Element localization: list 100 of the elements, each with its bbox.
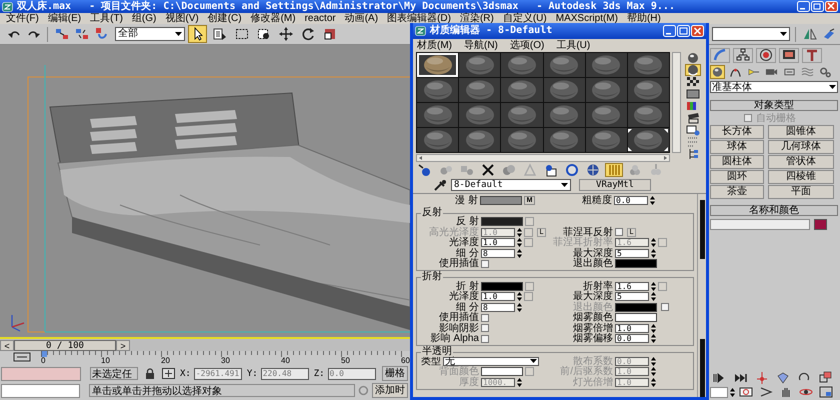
spinner-arrows-icon[interactable] bbox=[651, 356, 656, 366]
lock-icon[interactable] bbox=[145, 368, 155, 379]
spinner-field[interactable]: 5 bbox=[615, 292, 649, 302]
spinner-arrows-icon[interactable] bbox=[651, 367, 656, 376]
menu-item[interactable]: 工具(U) bbox=[556, 40, 590, 50]
material-name-dropdown[interactable]: 8-Default bbox=[451, 179, 571, 191]
time-slider-thumb[interactable]: 0 / 100 bbox=[14, 340, 116, 350]
rollout-header[interactable]: 对象类型 bbox=[710, 100, 838, 111]
object-type-button[interactable]: 长方体 bbox=[710, 125, 764, 139]
spinner-arrows-icon[interactable] bbox=[651, 324, 656, 333]
show-map-button[interactable] bbox=[605, 163, 623, 177]
checkbox[interactable] bbox=[481, 334, 489, 343]
spinner-arrows-icon[interactable] bbox=[517, 238, 522, 248]
object-type-button[interactable]: 几何球体 bbox=[768, 140, 834, 154]
sample-type-button[interactable] bbox=[685, 52, 701, 64]
spinner-field[interactable]: 1.6 bbox=[615, 282, 649, 291]
spinner-field[interactable]: 8 bbox=[481, 248, 515, 258]
rollout-header[interactable]: 名称和颜色 bbox=[710, 205, 838, 216]
close-button[interactable] bbox=[825, 1, 838, 12]
object-type-button[interactable]: 圆环 bbox=[710, 170, 764, 184]
options-button[interactable] bbox=[685, 124, 701, 136]
selection-filter-dropdown[interactable]: 全部 bbox=[115, 27, 185, 41]
menu-item[interactable]: MAXScript(M) bbox=[556, 13, 618, 24]
menu-item[interactable]: 选项(O) bbox=[510, 40, 544, 50]
menu-item[interactable]: 渲染(R) bbox=[460, 13, 494, 24]
background-button[interactable] bbox=[685, 76, 701, 88]
object-type-button[interactable]: 平面 bbox=[768, 185, 834, 199]
spinner-arrows-icon[interactable] bbox=[651, 282, 656, 291]
minimize-button[interactable] bbox=[663, 25, 676, 37]
coordinate-field[interactable]: 220.48 bbox=[260, 368, 309, 380]
horizontal-scrollbar[interactable] bbox=[416, 154, 670, 162]
min-max-toggle-button[interactable] bbox=[817, 385, 835, 399]
menu-item[interactable]: 导航(N) bbox=[464, 40, 498, 50]
checkbox[interactable] bbox=[481, 324, 489, 332]
minimize-button[interactable] bbox=[797, 1, 810, 12]
effects-channel-button[interactable] bbox=[563, 163, 581, 177]
scroll-right-icon[interactable] bbox=[661, 155, 669, 161]
material-slot[interactable] bbox=[417, 53, 458, 77]
category-dropdown[interactable]: 准基本体 bbox=[710, 81, 838, 93]
transform-mode-icon[interactable] bbox=[162, 368, 175, 379]
listener-field[interactable] bbox=[1, 366, 81, 380]
spinner-arrows-icon[interactable] bbox=[651, 378, 656, 387]
spinner-arrows-icon[interactable] bbox=[651, 248, 656, 258]
spinner-field[interactable]: 0.0 bbox=[615, 334, 649, 344]
vertical-scrollbar[interactable] bbox=[672, 52, 681, 153]
frame-field[interactable] bbox=[710, 386, 728, 398]
color-swatch[interactable] bbox=[480, 196, 522, 205]
object-type-button[interactable]: 球体 bbox=[710, 140, 764, 154]
object-type-button[interactable]: 管状体 bbox=[768, 155, 834, 169]
spinner-arrows-icon[interactable] bbox=[517, 292, 522, 302]
color-swatch[interactable] bbox=[481, 217, 523, 226]
object-type-button[interactable]: 四棱锥 bbox=[768, 170, 834, 184]
make-preview-button[interactable] bbox=[685, 112, 701, 124]
spinner-field[interactable]: 1.0 bbox=[481, 292, 515, 302]
color-swatch[interactable] bbox=[615, 313, 657, 322]
close-button[interactable] bbox=[691, 25, 704, 37]
menu-item[interactable]: 材质(M) bbox=[417, 40, 452, 50]
display-tab[interactable] bbox=[779, 48, 799, 62]
menu-item[interactable]: 编辑(E) bbox=[48, 13, 82, 24]
spinner-field[interactable]: 8 bbox=[481, 302, 515, 312]
spinner-field[interactable]: 1.0 bbox=[615, 324, 649, 333]
menu-item[interactable]: 工具(T) bbox=[90, 13, 123, 24]
sample-uv-tiling-button[interactable] bbox=[685, 88, 701, 100]
object-type-button[interactable]: 圆锥体 bbox=[768, 125, 834, 139]
backlight-button[interactable] bbox=[685, 64, 701, 76]
spinner-arrows-icon[interactable] bbox=[517, 378, 522, 387]
spinner-arrows-icon[interactable] bbox=[651, 334, 656, 344]
parameter-scrollbar[interactable] bbox=[697, 194, 706, 397]
material-slot[interactable] bbox=[628, 128, 669, 152]
checkbox[interactable] bbox=[481, 260, 489, 268]
menu-item[interactable]: 视图(V) bbox=[165, 13, 199, 24]
maximize-button[interactable] bbox=[677, 25, 690, 37]
previous-frame-button[interactable]: < bbox=[0, 340, 14, 350]
object-type-button[interactable]: 茶壶 bbox=[710, 185, 764, 199]
menu-item[interactable]: 图表编辑器(D) bbox=[387, 13, 451, 24]
systems-tab-button[interactable] bbox=[818, 64, 833, 78]
coordinate-field[interactable]: 0.0 bbox=[328, 368, 376, 380]
spinner-field[interactable]: 5 bbox=[615, 248, 649, 258]
utilities-tab[interactable] bbox=[802, 48, 822, 62]
object-color-swatch[interactable] bbox=[814, 219, 827, 230]
video-color-check-button[interactable] bbox=[685, 100, 701, 112]
checkbox[interactable] bbox=[615, 228, 623, 236]
checkbox[interactable] bbox=[744, 114, 752, 122]
checkbox[interactable] bbox=[481, 314, 489, 322]
spinner-arrows-icon[interactable] bbox=[730, 388, 735, 396]
geometry-tab-button[interactable] bbox=[710, 64, 725, 78]
eyedropper-icon[interactable] bbox=[433, 179, 447, 191]
spinner-arrows-icon[interactable] bbox=[650, 196, 655, 205]
restore-button[interactable] bbox=[811, 1, 824, 12]
object-name-field[interactable] bbox=[710, 219, 810, 230]
next-frame-button[interactable]: > bbox=[116, 340, 130, 350]
add-time-tag-button[interactable]: 添加时 bbox=[372, 383, 408, 398]
spinner-field[interactable]: 1.0 bbox=[481, 238, 515, 248]
spinner-arrows-icon[interactable] bbox=[651, 238, 656, 248]
menu-item[interactable]: reactor bbox=[304, 13, 336, 24]
script-field[interactable] bbox=[1, 384, 80, 398]
spinner-arrows-icon[interactable] bbox=[651, 292, 656, 302]
spinner-field[interactable]: 0.0 bbox=[614, 196, 648, 205]
named-selection-dropdown[interactable] bbox=[712, 27, 790, 41]
motion-tab[interactable] bbox=[756, 48, 776, 62]
